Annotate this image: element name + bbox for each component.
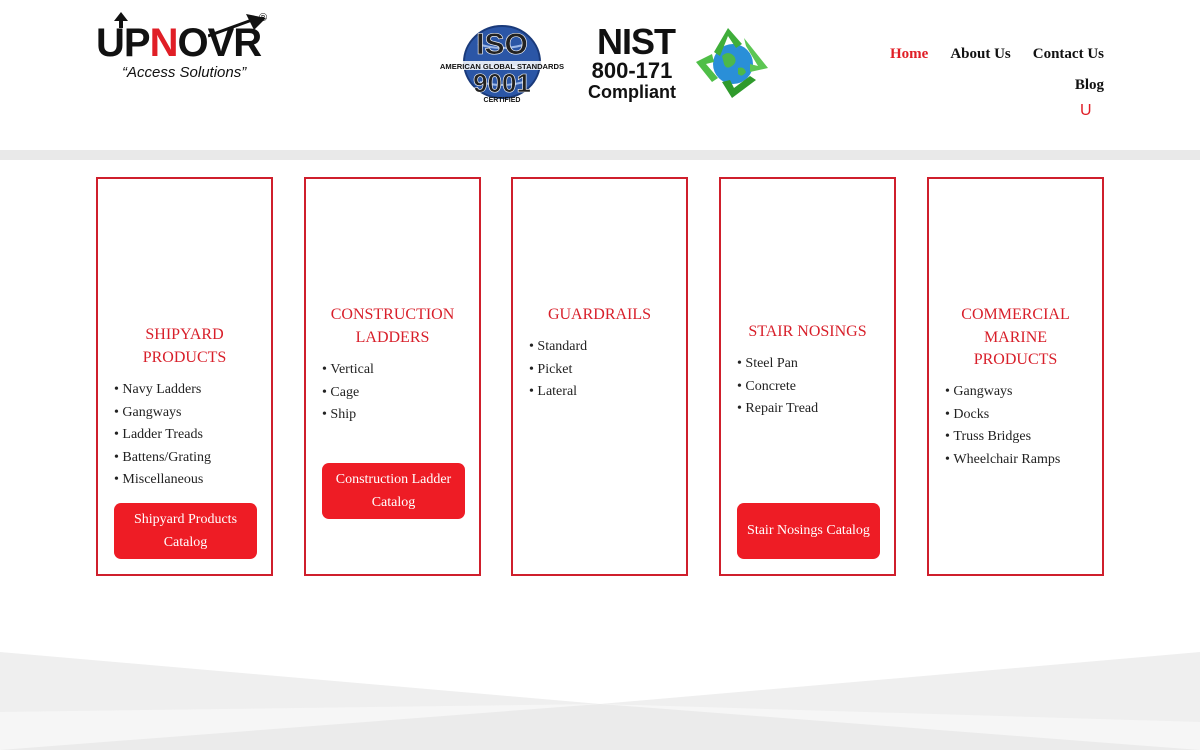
list-item: Gangways <box>114 402 211 425</box>
logo-up-arrow-icon <box>114 12 128 28</box>
shipyard-catalog-button[interactable]: Shipyard Products Catalog <box>114 503 257 559</box>
list-item: Docks <box>945 404 1060 427</box>
nist-text: NIST <box>597 24 676 62</box>
upnovr-logo[interactable]: UPNOVR ® “Access Solutions” <box>96 12 271 84</box>
list-item: Vertical <box>322 359 374 382</box>
header-divider <box>0 150 1200 160</box>
iso-number-text: 9001 <box>473 68 531 98</box>
card-list: Gangways Docks Truss Bridges Wheelchair … <box>945 381 1060 471</box>
card-title: COMMERCIAL MARINE PRODUCTS <box>961 306 1070 368</box>
card-guardrails: GUARDRAILS Standard Picket Lateral <box>511 177 688 576</box>
stair-nosings-catalog-button[interactable]: Stair Nosings Catalog <box>737 503 880 559</box>
nist-number-text: 800-171 <box>592 58 673 83</box>
list-item: Standard <box>529 336 587 359</box>
list-item: Navy Ladders <box>114 379 211 402</box>
list-item: Truss Bridges <box>945 426 1060 449</box>
nav-contact-link[interactable]: Contact Us <box>1033 46 1104 63</box>
registered-mark: ® <box>259 12 268 24</box>
nav-blog-link[interactable]: Blog <box>1075 77 1104 93</box>
card-list: Vertical Cage Ship <box>322 359 374 427</box>
card-commercial-marine-products: COMMERCIALMARINEPRODUCTS Gangways Docks … <box>927 177 1104 576</box>
nist-compliant-text: Compliant <box>588 82 676 102</box>
iso-certified-text: CERTIFIED <box>484 97 521 104</box>
card-title: SHIPYARD PRODUCTS <box>142 326 227 366</box>
list-item: Ship <box>322 404 374 427</box>
iso-text: ISO <box>476 28 528 61</box>
nav-about-link[interactable]: About Us <box>950 46 1010 63</box>
card-title: GUARDRAILS <box>547 306 652 323</box>
list-item: Concrete <box>737 376 818 399</box>
card-list: Standard Picket Lateral <box>529 336 587 404</box>
card-construction-ladders: CONSTRUCTIONLADDERS Vertical Cage Ship C… <box>304 177 481 576</box>
list-item: Repair Tread <box>737 398 818 421</box>
list-item: Cage <box>322 382 374 405</box>
list-item: Miscellaneous <box>114 469 211 492</box>
list-item: Steel Pan <box>737 353 818 376</box>
card-title: CONSTRUCTION LADDERS <box>330 306 455 346</box>
card-title: STAIR NOSINGS <box>748 323 867 340</box>
list-item: Wheelchair Ramps <box>945 449 1060 472</box>
list-item: Ladder Treads <box>114 424 211 447</box>
nav-toggle-icon[interactable]: U <box>1080 102 1092 120</box>
list-item: Lateral <box>529 381 587 404</box>
construction-catalog-button[interactable]: Construction Ladder Catalog <box>322 463 465 519</box>
iso-9001-badge: ISO AMERICAN GLOBAL STANDARDS 9001 CERTI… <box>428 25 578 104</box>
card-list: Navy Ladders Gangways Ladder Treads Batt… <box>114 379 211 492</box>
main-nav: Home About Us Contact Us Blog <box>890 46 1104 94</box>
nav-home-link[interactable]: Home <box>890 46 928 63</box>
site-header: UPNOVR ® “Access Solutions” ISO AMERICAN… <box>0 0 1200 150</box>
footer-decorative-background <box>0 652 1200 750</box>
recycle-globe-icon <box>696 28 768 98</box>
nist-800-171-badge: NIST 800-171 Compliant <box>588 24 677 102</box>
list-item: Battens/Grating <box>114 447 211 470</box>
list-item: Gangways <box>945 381 1060 404</box>
card-shipyard-products: SHIPYARDPRODUCTS Navy Ladders Gangways L… <box>96 177 273 576</box>
card-stair-nosings: STAIR NOSINGS Steel Pan Concrete Repair … <box>719 177 896 576</box>
card-list: Steel Pan Concrete Repair Tread <box>737 353 818 421</box>
list-item: Picket <box>529 359 587 382</box>
logo-tagline: “Access Solutions” <box>122 64 247 81</box>
